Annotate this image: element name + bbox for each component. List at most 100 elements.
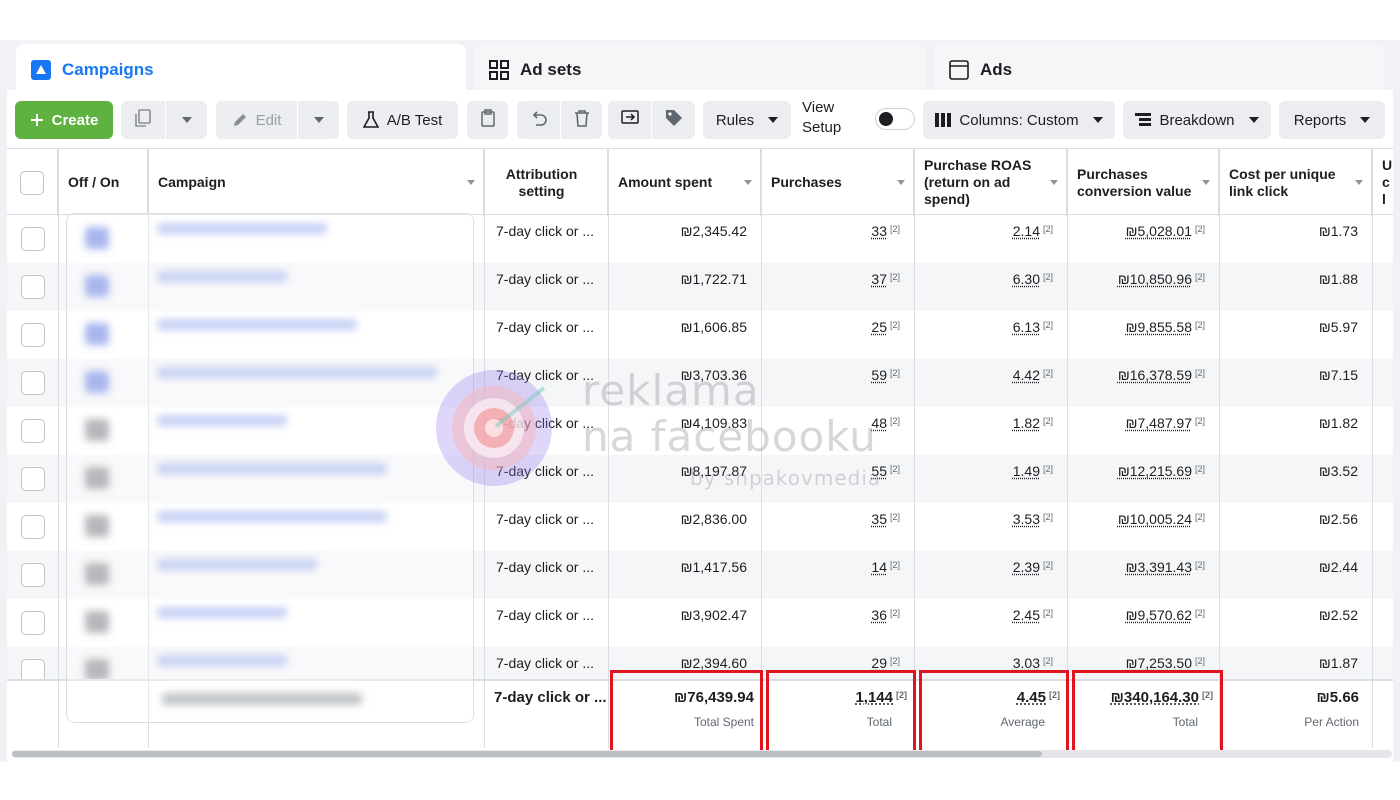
attribution-cell: 7-day click or ... (496, 559, 595, 575)
cost-per-click-cell: ₪2.52 (1318, 607, 1358, 623)
breakdown-icon (1135, 113, 1152, 127)
row-checkbox[interactable] (20, 371, 45, 395)
pencil-icon (232, 112, 248, 128)
view-setup-toggle[interactable] (875, 108, 915, 130)
roas-cell: 6.13 [2] (1012, 319, 1053, 335)
header-off-on[interactable]: Off / On (58, 149, 148, 216)
row-select-cell (7, 551, 58, 599)
conversion-value-cell: ₪9,855.58 [2] (1125, 319, 1205, 335)
conversion-value-cell: ₪12,215.69 [2] (1117, 463, 1205, 479)
duplicate-dropdown[interactable] (166, 101, 207, 139)
breakdown-dropdown[interactable]: Breakdown (1123, 101, 1271, 139)
preview-button[interactable] (608, 101, 651, 139)
attribution-cell: 7-day click or ... (496, 223, 595, 239)
amount-spent-cell: ₪1,722.71 (680, 271, 747, 287)
roas-cell: 2.45 [2] (1012, 607, 1053, 623)
sort-icon (1355, 180, 1363, 185)
trash-icon (574, 109, 590, 131)
conversion-value-cell: ₪5,028.01 [2] (1125, 223, 1205, 239)
total-cost-per-click: ₪5.66 (1316, 689, 1359, 706)
table-header: Off / On Campaign Attribution setting Am… (7, 148, 1393, 216)
roas-cell: 2.39 [2] (1012, 559, 1053, 575)
chevron-down-icon (1092, 117, 1103, 123)
highlight-amount-spent (610, 670, 763, 754)
conversion-value-cell: ₪3,391.43 [2] (1125, 559, 1205, 575)
header-conversion-value[interactable]: Purchases conversion value (1067, 149, 1219, 216)
cost-per-click-cell: ₪1.82 (1318, 415, 1358, 431)
purchases-cell: 35 [2] (871, 511, 900, 527)
purchases-cell: 25 [2] (871, 319, 900, 335)
header-campaign[interactable]: Campaign (148, 149, 484, 216)
row-checkbox[interactable] (20, 515, 45, 539)
row-checkbox[interactable] (20, 467, 45, 491)
attribution-cell: 7-day click or ... (496, 367, 595, 383)
header-next-column[interactable]: U cl (1372, 149, 1393, 216)
highlight-purchases (766, 670, 916, 754)
row-select-cell (7, 455, 58, 503)
sort-icon (467, 180, 475, 185)
select-all-checkbox[interactable] (20, 170, 44, 195)
duplicate-icon (134, 109, 152, 131)
cost-per-click-cell: ₪1.88 (1318, 271, 1358, 287)
amount-spent-cell: ₪1,417.56 (680, 559, 747, 575)
tab-ads[interactable]: Ads (934, 44, 1384, 96)
purchases-cell: 37 [2] (871, 271, 900, 287)
ab-test-button[interactable]: A/B Test (347, 101, 458, 139)
total-attribution: 7-day click or ... (494, 689, 607, 706)
roas-cell: 6.30 [2] (1012, 271, 1053, 287)
row-select-cell (7, 407, 58, 455)
attribution-cell: 7-day click or ... (496, 463, 595, 479)
amount-spent-cell: ₪3,703.36 (680, 367, 747, 383)
row-checkbox[interactable] (20, 563, 45, 587)
row-checkbox[interactable] (20, 611, 45, 635)
edit-button[interactable]: Edit (216, 101, 297, 139)
header-amount-spent[interactable]: Amount spent (608, 149, 761, 216)
select-all-cell (7, 149, 58, 216)
duplicate-button[interactable] (121, 101, 165, 139)
amount-spent-cell: ₪4,109.83 (680, 415, 747, 431)
cost-per-click-cell: ₪3.52 (1318, 463, 1358, 479)
undo-button[interactable] (517, 101, 560, 139)
columns-dropdown[interactable]: Columns: Custom (923, 101, 1115, 139)
horizontal-scrollbar[interactable] (12, 750, 1392, 758)
attribution-cell: 7-day click or ... (496, 271, 595, 287)
tab-label: Ad sets (520, 60, 582, 79)
header-attribution[interactable]: Attribution setting (484, 149, 608, 216)
row-select-cell (7, 263, 58, 311)
header-roas[interactable]: Purchase ROAS (return on ad spend) (914, 149, 1067, 216)
delete-button[interactable] (561, 101, 602, 139)
scrollbar-thumb[interactable] (12, 751, 1042, 757)
purchases-cell: 55 [2] (871, 463, 900, 479)
row-checkbox[interactable] (20, 323, 45, 347)
tab-campaigns[interactable]: Campaigns (16, 44, 466, 96)
sort-icon (1050, 180, 1058, 185)
tag-button[interactable] (652, 101, 695, 139)
create-button[interactable]: Create (15, 101, 113, 139)
row-select-cell (7, 215, 58, 263)
ads-manager-frame: Campaigns Ad sets Ads Create Edit A/B Te… (0, 40, 1400, 762)
reports-dropdown[interactable]: Reports (1279, 101, 1385, 139)
sort-icon (1202, 180, 1210, 185)
clipboard-button[interactable] (467, 101, 508, 139)
row-checkbox[interactable] (20, 227, 45, 251)
attribution-cell: 7-day click or ... (496, 319, 595, 335)
cost-per-click-cell: ₪1.73 (1318, 223, 1358, 239)
row-checkbox[interactable] (20, 419, 45, 443)
clipboard-icon (480, 109, 496, 131)
flag-icon (30, 59, 52, 81)
row-checkbox[interactable] (20, 275, 45, 299)
toolbar: Create Edit A/B Test Rules View Setup Co… (7, 90, 1393, 148)
amount-spent-cell: ₪2,345.42 (680, 223, 747, 239)
tab-ad-sets[interactable]: Ad sets (474, 44, 926, 96)
amount-spent-cell: ₪8,197.87 (680, 463, 747, 479)
rules-dropdown[interactable]: Rules (703, 101, 791, 139)
header-cost-per-click[interactable]: Cost per unique link click (1219, 149, 1372, 216)
edit-dropdown[interactable] (298, 101, 339, 139)
undo-icon (530, 109, 548, 131)
header-purchases[interactable]: Purchases (761, 149, 914, 216)
row-select-cell (7, 311, 58, 359)
total-cpc-label: Per Action (1304, 715, 1359, 729)
chevron-down-icon (313, 117, 324, 123)
cost-per-click-cell: ₪2.44 (1318, 559, 1358, 575)
purchases-cell: 33 [2] (871, 223, 900, 239)
